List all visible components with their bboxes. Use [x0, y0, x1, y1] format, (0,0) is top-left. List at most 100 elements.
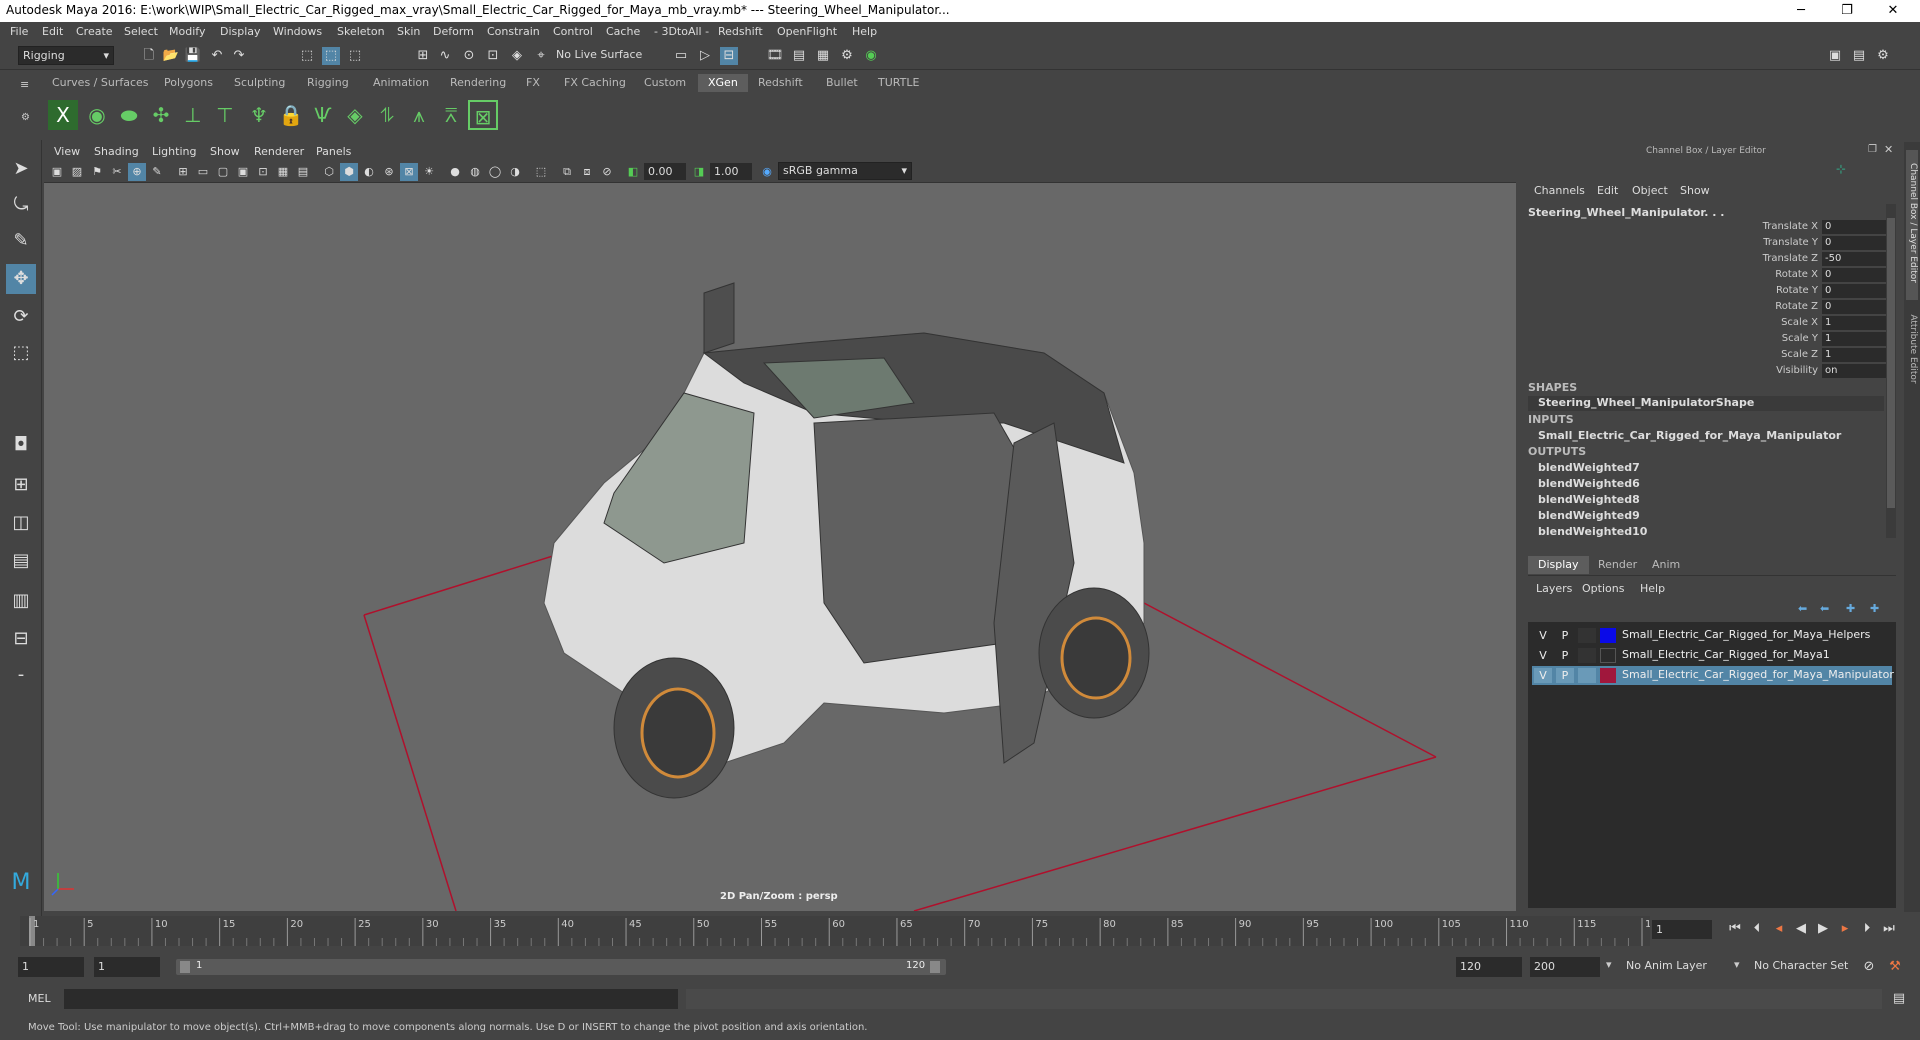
vp-menu-shading[interactable]: Shading [94, 145, 139, 158]
menu-display[interactable]: Display [220, 25, 261, 38]
scrollbar-thumb[interactable] [1887, 218, 1895, 508]
resolution-gate-icon[interactable]: ▢ [214, 163, 232, 181]
command-input[interactable] [64, 989, 678, 1009]
channel-label[interactable]: Rotate Y [1740, 285, 1818, 300]
side-tab-channel-box[interactable]: Channel Box / Layer Editor [1906, 150, 1918, 300]
history-toggle-icon[interactable]: ⊟ [720, 47, 738, 65]
grease-pencil-icon[interactable]: ✎ [148, 163, 166, 181]
tab-rendering[interactable]: Rendering [440, 74, 516, 92]
scene-start-field[interactable]: 1 [18, 957, 84, 977]
open-scene-icon[interactable]: 📂 [162, 47, 180, 65]
menu-modify[interactable]: Modify [169, 25, 205, 38]
menu-create[interactable]: Create [76, 25, 113, 38]
range-handle-start[interactable] [180, 961, 190, 973]
menu-constrain[interactable]: Constrain [487, 25, 540, 38]
cb-menu-edit[interactable]: Edit [1597, 184, 1618, 197]
shelf-settings-icon[interactable]: ⚙ [21, 112, 30, 123]
output-node[interactable]: blendWeighted9 [1538, 509, 1640, 522]
tab-animation[interactable]: Animation [363, 74, 439, 92]
le-menu-options[interactable]: Options [1582, 582, 1624, 595]
shelf-menu-icon[interactable]: ≡ [20, 78, 29, 91]
playback-end-field[interactable]: 120 [1456, 957, 1522, 977]
rotate-tool-icon[interactable]: ⟳ [6, 302, 36, 332]
bookmark-icon[interactable]: ⚑ [88, 163, 106, 181]
chevron-down-icon[interactable]: ▾ [1734, 958, 1740, 971]
select-tool-icon[interactable]: ➤ [6, 154, 36, 184]
channel-value[interactable]: 1 [1822, 348, 1886, 362]
backface-icon[interactable]: ⊘ [598, 163, 616, 181]
custom-pane-icon[interactable]: - [6, 660, 36, 690]
le-menu-help[interactable]: Help [1640, 582, 1665, 595]
le-menu-layers[interactable]: Layers [1536, 582, 1572, 595]
tab-fx[interactable]: FX [516, 74, 550, 92]
xgen-description-icon[interactable]: ⬬ [114, 100, 144, 130]
wire-on-shaded-icon[interactable]: ◐ [360, 163, 378, 181]
lights-icon[interactable]: ☀ [420, 163, 438, 181]
xgen-layers-icon[interactable]: ◈ [340, 100, 370, 130]
live-surface-field[interactable]: No Live Surface [552, 46, 656, 65]
menu-edit[interactable]: Edit [42, 25, 63, 38]
channel-value[interactable]: 0 [1822, 236, 1886, 250]
xgen-comb-icon[interactable]: ⩞ [436, 100, 466, 130]
output-node[interactable]: blendWeighted7 [1538, 461, 1640, 474]
tab-curves-surfaces[interactable]: Curves / Surfaces [42, 74, 159, 92]
anim-prefs-icon[interactable]: ⚒ [1886, 958, 1904, 976]
go-to-end-icon[interactable]: ⏭ [1880, 920, 1898, 938]
colorspace-dropdown[interactable]: sRGB gamma ▾ [778, 162, 912, 180]
ipr-render-icon[interactable]: ▦ [814, 47, 832, 65]
move-layer-up-icon[interactable]: ⬅ [1798, 602, 1807, 615]
vp-menu-show[interactable]: Show [210, 145, 240, 158]
float-panel-icon[interactable]: ❐ [1868, 144, 1877, 155]
render-frame-icon[interactable]: ▤ [790, 47, 808, 65]
field-chart-icon[interactable]: ⊡ [254, 163, 272, 181]
gamma-field[interactable]: 1.00 [710, 163, 752, 180]
tab-polygons[interactable]: Polygons [154, 74, 223, 92]
character-set-dropdown[interactable]: No Character Set [1750, 957, 1870, 976]
channel-label[interactable]: Translate X [1740, 221, 1818, 236]
layout-pane-icon[interactable]: ⊟ [6, 624, 36, 654]
tab-bullet[interactable]: Bullet [816, 74, 868, 92]
aa-icon[interactable]: ◯ [486, 163, 504, 181]
outliner-pane-icon[interactable]: ▤ [6, 546, 36, 576]
snap-curve-icon[interactable]: ∿ [436, 47, 454, 65]
menu-skeleton[interactable]: Skeleton [337, 25, 385, 38]
output-node[interactable]: blendWeighted10 [1538, 525, 1647, 538]
side-tab-attribute-editor[interactable]: Attribute Editor [1906, 306, 1918, 396]
vp-menu-lighting[interactable]: Lighting [152, 145, 196, 158]
tab-anim[interactable]: Anim [1642, 556, 1690, 574]
step-back-frame-icon[interactable]: ◂ [1770, 920, 1788, 938]
tab-fx-caching[interactable]: FX Caching [554, 74, 636, 92]
layer-visible-toggle[interactable]: V [1534, 628, 1552, 643]
select-object-icon[interactable]: ⬚ [322, 47, 340, 65]
play-forward-icon[interactable]: ▶ [1814, 920, 1832, 938]
snap-grid-icon[interactable]: ⊞ [414, 47, 432, 65]
output-node[interactable]: blendWeighted8 [1538, 493, 1640, 506]
single-pane-icon[interactable]: ◘ [6, 430, 36, 460]
new-layer-icon[interactable]: ✚ [1846, 602, 1855, 615]
xgen-plus-guide-icon[interactable]: ⊤ [210, 100, 240, 130]
xgen-guide-icon[interactable]: ⊥ [178, 100, 208, 130]
safe-title-icon[interactable]: ▤ [294, 163, 312, 181]
current-frame-marker[interactable] [29, 916, 35, 946]
step-forward-key-icon[interactable]: ⏵ [1858, 920, 1876, 938]
snap-surface-icon[interactable]: ◈ [508, 47, 526, 65]
range-slider[interactable]: 1 120 [176, 959, 946, 975]
manip-icon[interactable]: ⊹ [1836, 162, 1846, 176]
cb-menu-object[interactable]: Object [1632, 184, 1668, 197]
xgen-add-guide-icon[interactable]: ✣ [146, 100, 176, 130]
layer-type-toggle[interactable] [1578, 628, 1596, 643]
menu-cache[interactable]: Cache [606, 25, 640, 38]
wireframe-icon[interactable]: ⬡ [320, 163, 338, 181]
menu-file[interactable]: File [10, 25, 28, 38]
xgen-editor-icon[interactable]: X [48, 100, 78, 130]
smooth-shade-icon[interactable]: ⬢ [340, 163, 358, 181]
layer-name[interactable]: Small_Electric_Car_Rigged_for_Maya_Manip… [1622, 668, 1894, 681]
menu-help[interactable]: Help [852, 25, 877, 38]
exposure-icon[interactable]: ◧ [624, 163, 642, 181]
render-settings-icon[interactable]: ⚙ [838, 47, 856, 65]
snap-live-icon[interactable]: ⌖ [532, 47, 550, 65]
workspace-icon[interactable]: ▣ [1826, 47, 1844, 65]
move-tool-icon[interactable]: ✥ [6, 264, 36, 294]
tab-render[interactable]: Render [1588, 556, 1647, 574]
graph-pane-icon[interactable]: ▥ [6, 586, 36, 616]
